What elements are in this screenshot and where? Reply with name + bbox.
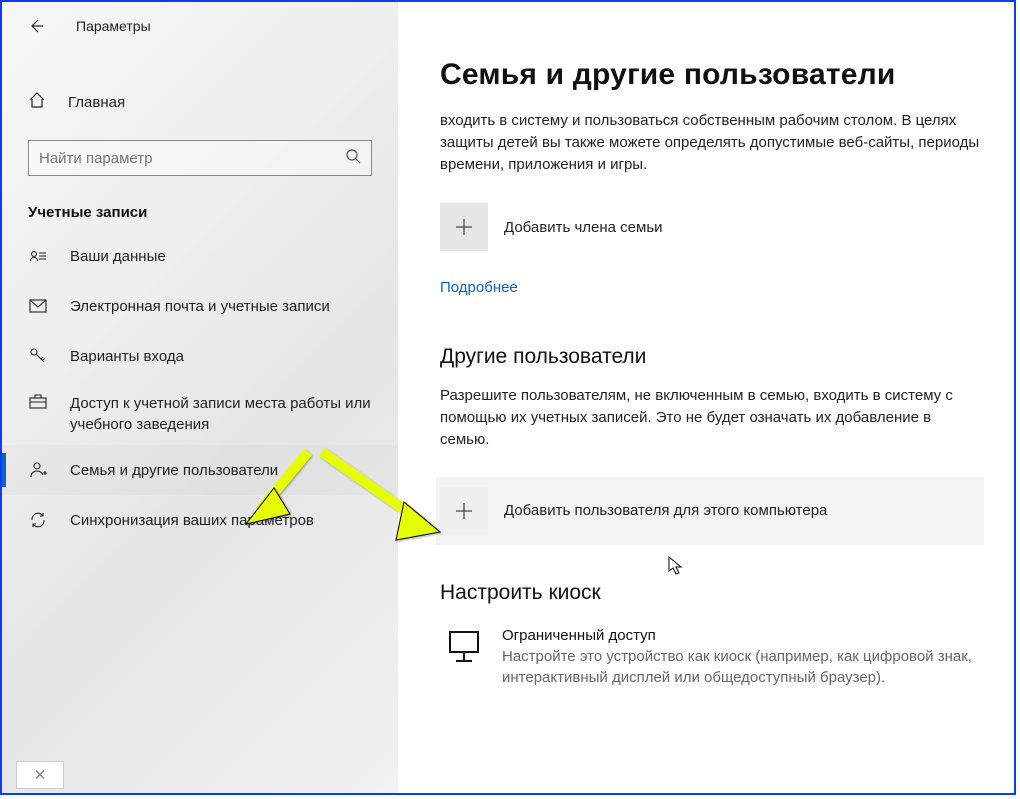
sidebar-item-signin-options[interactable]: Варианты входа <box>2 331 398 381</box>
sidebar-item-email-accounts[interactable]: Электронная почта и учетные записи <box>2 281 398 331</box>
sidebar-item-label: Семья и другие пользователи <box>70 460 278 481</box>
sidebar-item-label: Электронная почта и учетные записи <box>70 296 330 317</box>
kiosk-icon <box>440 627 488 688</box>
home-label: Главная <box>68 94 125 111</box>
main-content: Семья и другие пользователи входить в си… <box>398 2 1014 793</box>
person-card-icon <box>28 249 48 263</box>
sync-icon <box>28 511 48 529</box>
mail-icon <box>28 299 48 313</box>
kiosk-desc: Настройте это устройство как киоск (напр… <box>502 646 980 688</box>
search-box[interactable] <box>28 140 372 176</box>
intro-text: входить в систему и пользоваться собстве… <box>440 110 980 175</box>
plus-icon <box>440 487 488 535</box>
sidebar-item-label: Доступ к учетной записи места работы или… <box>70 393 372 435</box>
key-icon <box>28 347 48 365</box>
sidebar-item-label: Синхронизация ваших параметров <box>70 510 314 531</box>
sidebar-item-work-access[interactable]: Доступ к учетной записи места работы или… <box>2 381 398 445</box>
sidebar-item-label: Варианты входа <box>70 346 184 367</box>
other-users-text: Разрешите пользователям, не включенным в… <box>440 385 980 450</box>
home-icon <box>28 91 46 114</box>
sidebar-item-label: Ваши данные <box>70 246 166 267</box>
add-other-user-button[interactable]: Добавить пользователя для этого компьюте… <box>436 477 984 545</box>
kiosk-row[interactable]: Ограниченный доступ Настройте это устрой… <box>440 627 980 688</box>
app-title: Параметры <box>76 18 151 34</box>
other-users-header: Другие пользователи <box>440 345 980 369</box>
section-header-accounts: Учетные записи <box>28 204 398 221</box>
sidebar: Параметры Главная Учетные записи Ваши да… <box>2 2 398 793</box>
kiosk-header: Настроить киоск <box>440 581 980 605</box>
search-input[interactable] <box>39 150 345 167</box>
sidebar-item-your-info[interactable]: Ваши данные <box>2 231 398 281</box>
close-icon: ✕ <box>34 766 47 784</box>
sidebar-item-sync[interactable]: Синхронизация ваших параметров <box>2 495 398 545</box>
kiosk-title: Ограниченный доступ <box>502 627 980 644</box>
plus-icon <box>440 203 488 251</box>
back-button[interactable] <box>20 10 52 42</box>
briefcase-icon <box>28 393 48 409</box>
add-family-label: Добавить члена семьи <box>504 219 663 236</box>
person-plus-icon <box>28 461 48 479</box>
close-button[interactable]: ✕ <box>16 761 64 789</box>
add-other-label: Добавить пользователя для этого компьюте… <box>504 502 827 519</box>
add-family-member-button[interactable]: Добавить члена семьи <box>440 203 980 251</box>
home-nav[interactable]: Главная <box>2 78 398 126</box>
page-title: Семья и другие пользователи <box>440 58 980 92</box>
learn-more-link[interactable]: Подробнее <box>440 279 518 296</box>
search-icon <box>345 148 361 169</box>
sidebar-item-family[interactable]: Семья и другие пользователи <box>2 445 398 495</box>
